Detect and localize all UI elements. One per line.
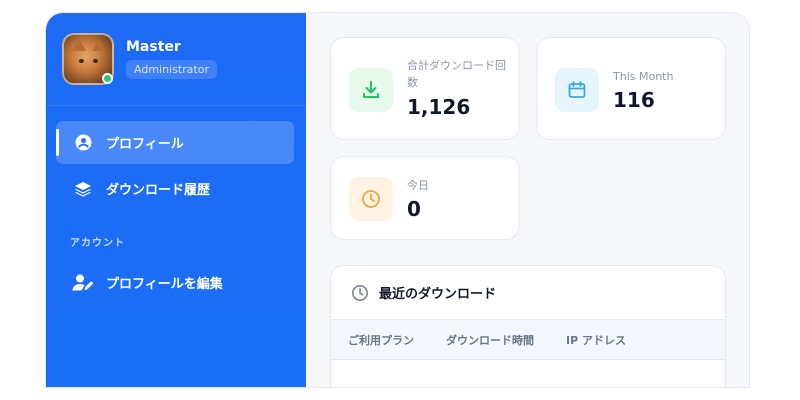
online-status-icon <box>102 73 113 84</box>
sidebar-item-label: プロフィールを編集 <box>106 277 223 292</box>
sidebar: Master Administrator プロフィール ダウンロード履歴 アカウ… <box>46 13 306 387</box>
user-role-badge: Administrator <box>126 60 217 79</box>
sidebar-item-label: ダウンロード履歴 <box>106 183 211 198</box>
stat-value: 116 <box>613 88 655 112</box>
stat-value: 0 <box>407 197 421 221</box>
recent-downloads-title: 最近のダウンロード <box>379 287 497 302</box>
clock-icon <box>351 284 369 302</box>
sidebar-item-download-history[interactable]: ダウンロード履歴 <box>56 167 294 210</box>
stat-label: 合計ダウンロード回数 <box>407 59 506 89</box>
user-edit-icon <box>72 274 94 291</box>
recent-downloads-header: 最近のダウンロード <box>331 266 725 319</box>
layers-icon <box>72 181 94 197</box>
download-icon <box>349 68 393 112</box>
clock-icon <box>349 177 393 221</box>
stat-card-today: 今日 0 <box>330 156 520 240</box>
user-circle-icon <box>72 134 94 151</box>
recent-downloads-panel: 最近のダウンロード ご利用プラン ダウンロード時間 IP アドレス <box>330 265 726 387</box>
section-label-account: アカウント <box>70 238 125 249</box>
user-profile: Master Administrator <box>46 13 306 106</box>
main-content: 合計ダウンロード回数 1,126 This Month 116 今日 0 最近の… <box>306 13 749 387</box>
stat-card-month: This Month 116 <box>536 37 726 140</box>
stat-value: 1,126 <box>407 95 471 119</box>
sidebar-item-profile[interactable]: プロフィール <box>56 121 294 164</box>
app-window: Master Administrator プロフィール ダウンロード履歴 アカウ… <box>45 12 750 388</box>
column-header-plan[interactable]: ご利用プラン <box>348 332 414 348</box>
sidebar-item-edit-profile[interactable]: プロフィールを編集 <box>56 261 294 304</box>
column-header-download-time[interactable]: ダウンロード時間 <box>446 332 534 348</box>
stat-card-total: 合計ダウンロード回数 1,126 <box>330 37 520 140</box>
sidebar-item-label: プロフィール <box>106 137 184 152</box>
table-header: ご利用プラン ダウンロード時間 IP アドレス <box>331 319 725 360</box>
user-name: Master <box>126 39 181 55</box>
stat-label: 今日 <box>407 179 429 192</box>
stat-label: This Month <box>613 70 674 83</box>
calendar-icon <box>555 68 599 112</box>
column-header-ip-address[interactable]: IP アドレス <box>566 332 626 348</box>
